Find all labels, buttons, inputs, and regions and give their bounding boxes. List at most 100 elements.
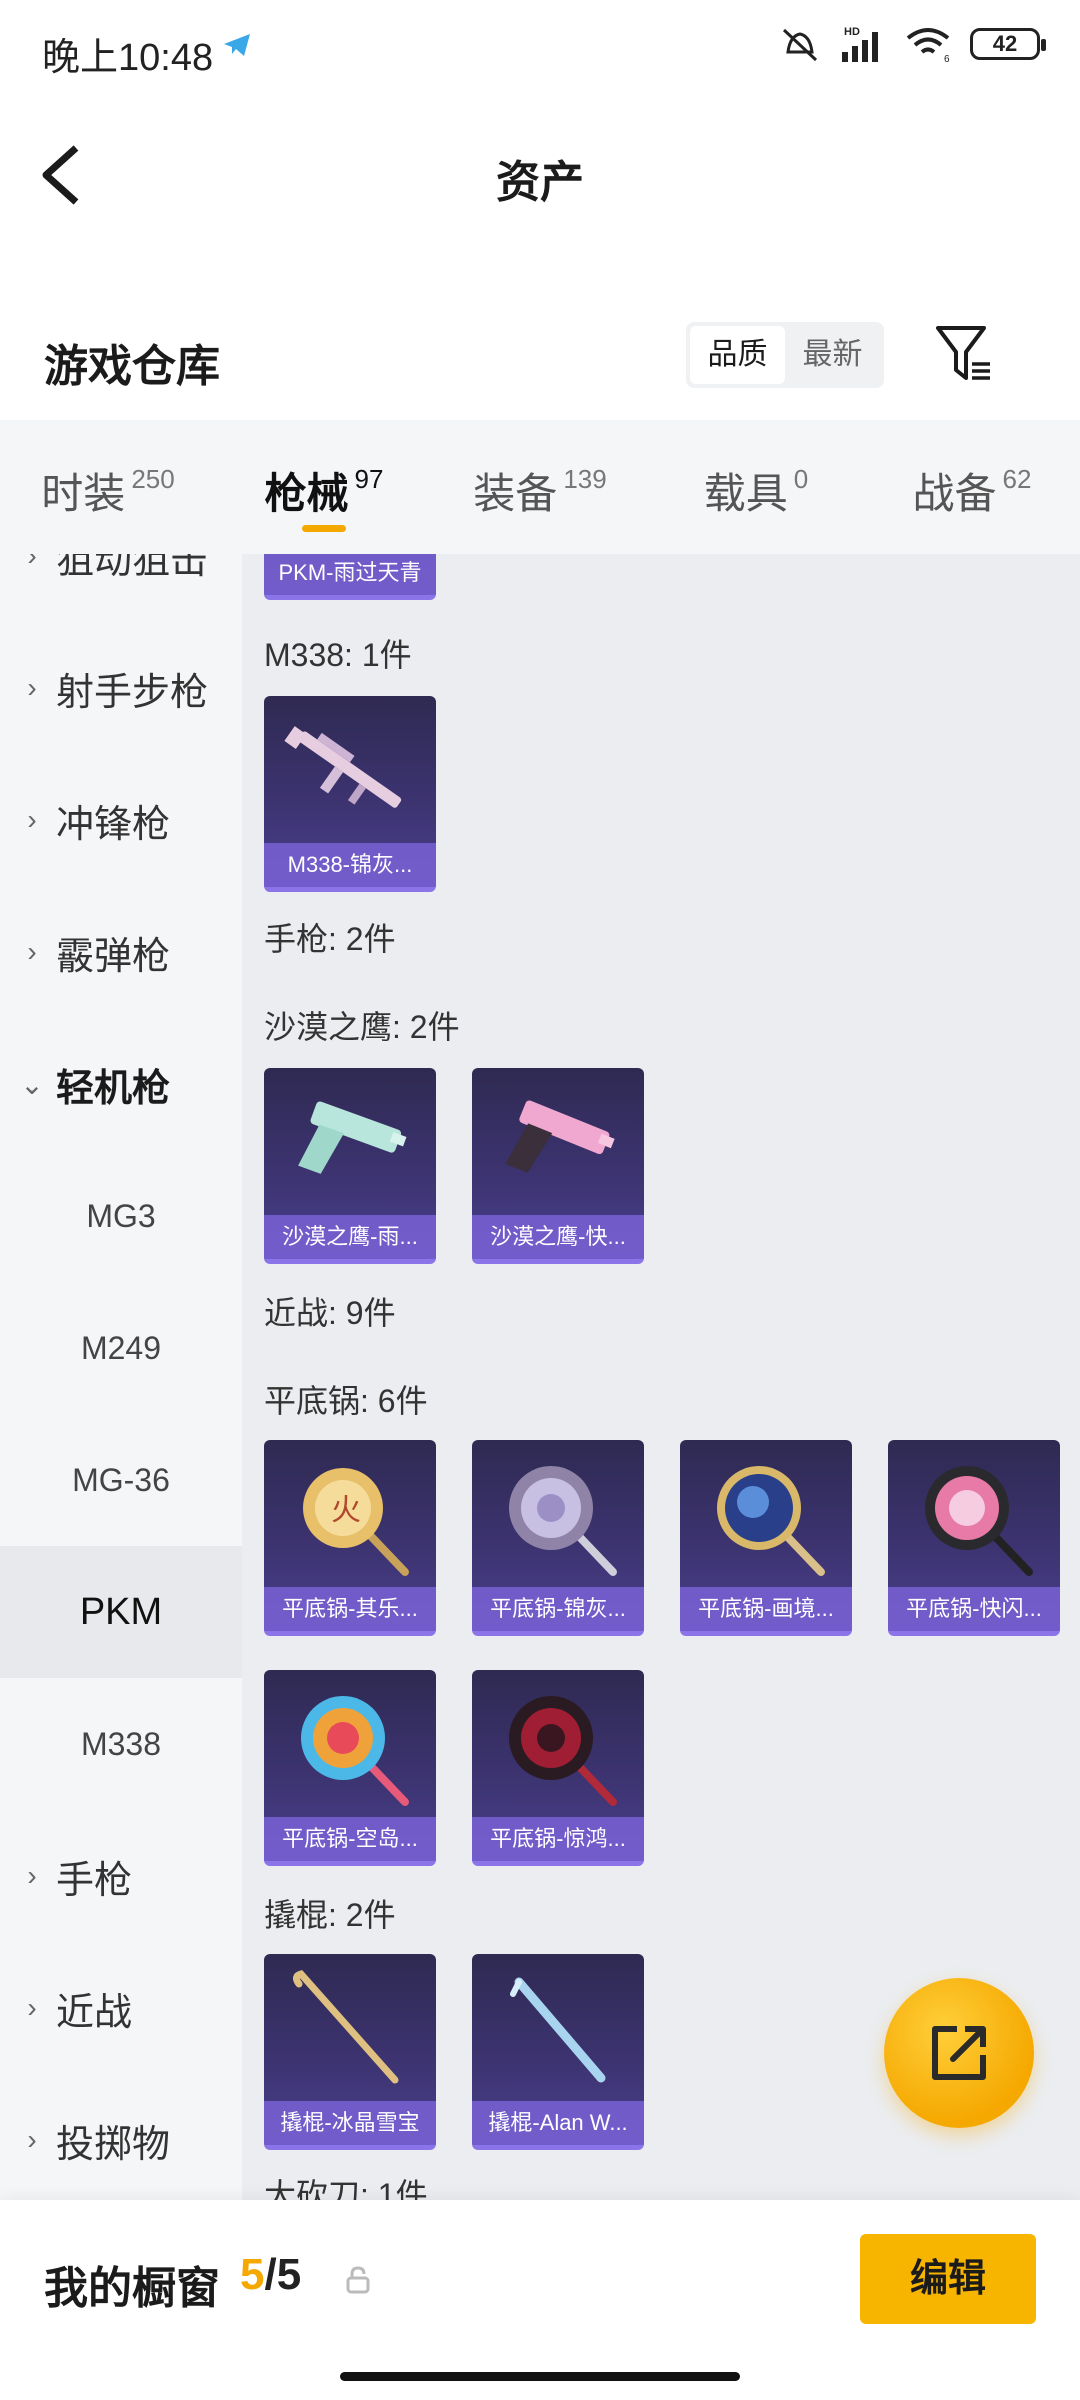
svg-text:HD: HD bbox=[844, 26, 860, 38]
sidebar-item-melee[interactable]: › 近战 bbox=[0, 1942, 242, 2074]
tab-supplies[interactable]: 战备 62 bbox=[864, 420, 1080, 554]
item-card[interactable]: 沙漠之鹰-雨... bbox=[264, 1068, 436, 1264]
sidebar-item-label: 投掷物 bbox=[56, 2123, 171, 2166]
item-card[interactable]: 撬棍-冰晶雪宝 bbox=[264, 1954, 436, 2150]
sidebar-item-label: M338 bbox=[80, 1725, 162, 1762]
sidebar-item-lmg[interactable]: ⌄ 轻机枪 bbox=[0, 1018, 242, 1150]
item-card-pkm[interactable]: PKM-雨过天青 bbox=[264, 554, 436, 600]
section-title-deagle: 沙漠之鹰: 2件 bbox=[264, 1009, 460, 1045]
tab-count: 97 bbox=[354, 464, 384, 494]
sidebar-item-pkm[interactable]: PKM bbox=[0, 1546, 242, 1678]
sort-toggle: 品质 最新 bbox=[686, 322, 884, 388]
warehouse-header: 游戏仓库 品质 最新 bbox=[0, 300, 1080, 420]
pistol-icon bbox=[264, 1068, 436, 1218]
sidebar-item-label: PKM bbox=[79, 1590, 163, 1633]
sidebar-item-label: MG-36 bbox=[72, 1461, 170, 1498]
sidebar-item-label: 霰弹枪 bbox=[56, 935, 171, 978]
app-header: 资产 bbox=[0, 100, 1080, 250]
pan-icon bbox=[680, 1440, 852, 1590]
signal-icon: HD bbox=[842, 26, 878, 62]
tab-count: 0 bbox=[793, 464, 809, 494]
sidebar-item-label: 狙动狙击 bbox=[56, 554, 209, 582]
crowbar-icon bbox=[264, 1954, 436, 2104]
item-grid: PKM-雨过天青 M338: 1件 M338-锦灰... 手枪: 2件 沙漠之鹰… bbox=[242, 554, 1080, 2200]
item-card-name: 平底锅-画境... bbox=[680, 1587, 852, 1631]
item-card-name: 平底锅-快闪... bbox=[888, 1587, 1060, 1631]
item-card[interactable]: 平底锅-画境... bbox=[680, 1440, 852, 1636]
item-card[interactable]: 平底锅-空岛... bbox=[264, 1670, 436, 1866]
status-bar: 晚上10:48 HD 6 42 bbox=[0, 0, 1080, 100]
sidebar-item-m338[interactable]: M338 bbox=[0, 1678, 242, 1810]
chevron-right-icon: › bbox=[27, 1860, 37, 1891]
sidebar-item-mg36[interactable]: MG-36 bbox=[0, 1414, 242, 1546]
pan-icon bbox=[472, 1440, 644, 1590]
tab-fashion[interactable]: 时装 250 bbox=[0, 420, 216, 554]
page-title: 资产 bbox=[496, 158, 584, 207]
item-card[interactable]: 撬棍-Alan W... bbox=[472, 1954, 644, 2150]
sidebar-item-smg[interactable]: › 冲锋枪 bbox=[0, 754, 242, 886]
tab-count: 139 bbox=[563, 464, 607, 494]
sort-newest-button[interactable]: 最新 bbox=[785, 326, 880, 384]
tab-label: 载具 bbox=[703, 470, 788, 517]
battery-indicator: 42 bbox=[970, 28, 1046, 60]
tab-label: 装备 bbox=[473, 470, 558, 517]
item-card-name: 沙漠之鹰-快... bbox=[472, 1215, 644, 1259]
item-card-name: 平底锅-其乐... bbox=[264, 1587, 436, 1631]
svg-text:6: 6 bbox=[944, 54, 950, 64]
item-card[interactable]: 沙漠之鹰-快... bbox=[472, 1068, 644, 1264]
sidebar-item-pistol[interactable]: › 手枪 bbox=[0, 1810, 242, 1942]
weapon-category-sidebar: › 狙动狙击 › 射手步枪 › 冲锋枪 › 霰弹枪 ⌄ 轻机枪 MG3 M249 MG-3… bbox=[0, 554, 242, 2200]
pan-icon bbox=[264, 1670, 436, 1820]
item-card-name: 平底锅-锦灰... bbox=[472, 1587, 644, 1631]
sidebar-item-label: MG3 bbox=[86, 1197, 156, 1234]
item-card-name: 平底锅-惊鸿... bbox=[472, 1817, 644, 1861]
chevron-right-icon: › bbox=[27, 672, 37, 703]
sidebar-item-mg3[interactable]: MG3 bbox=[0, 1150, 242, 1282]
showcase-bar: 我的橱窗 5/5 编辑 bbox=[0, 2200, 1080, 2400]
warehouse-title: 游戏仓库 bbox=[44, 342, 220, 391]
sidebar-item-m249[interactable]: M249 bbox=[0, 1282, 242, 1414]
item-card[interactable]: 平底锅-快闪... bbox=[888, 1440, 1060, 1636]
item-card-name: 平底锅-空岛... bbox=[264, 1817, 436, 1861]
sidebar-item-label: 冲锋枪 bbox=[56, 803, 171, 846]
section-title-crowbar: 撬棍: 2件 bbox=[264, 1897, 396, 1933]
svg-text:火: 火 bbox=[331, 1493, 361, 1528]
rifle-icon bbox=[264, 696, 436, 846]
section-title-pan: 平底锅: 6件 bbox=[264, 1383, 428, 1419]
tab-count: 62 bbox=[1002, 464, 1032, 494]
sidebar-item-sniper[interactable]: › 狙动狙击 bbox=[0, 554, 242, 622]
pistol-icon bbox=[472, 1068, 644, 1218]
item-card[interactable]: M338-锦灰... bbox=[264, 696, 436, 892]
sidebar-item-label: 轻机枪 bbox=[56, 1067, 171, 1110]
tab-count: 250 bbox=[131, 464, 175, 494]
pan-icon bbox=[888, 1440, 1060, 1590]
tab-firearms[interactable]: 枪械 97 bbox=[216, 420, 432, 554]
status-icons: HD 6 42 bbox=[778, 24, 1046, 64]
sidebar-item-label: 手枪 bbox=[56, 1859, 133, 1902]
sidebar-item-throwable[interactable]: › 投掷物 bbox=[0, 2074, 242, 2200]
section-title-machete: 大砍刀: 1件 bbox=[264, 2177, 428, 2200]
chevron-down-icon: ⌄ bbox=[20, 1068, 44, 1100]
tab-equipment[interactable]: 装备 139 bbox=[432, 420, 648, 554]
sidebar-item-shotgun[interactable]: › 霰弹枪 bbox=[0, 886, 242, 1018]
chevron-right-icon: › bbox=[27, 804, 37, 835]
item-card[interactable]: 平底锅-锦灰... bbox=[472, 1440, 644, 1636]
share-button[interactable] bbox=[884, 1978, 1034, 2128]
item-card-name: 沙漠之鹰-雨... bbox=[264, 1215, 436, 1259]
mute-icon bbox=[782, 28, 818, 62]
filter-icon[interactable] bbox=[934, 320, 994, 386]
edit-button[interactable]: 编辑 bbox=[860, 2234, 1036, 2324]
tab-label: 枪械 bbox=[264, 470, 349, 517]
item-card[interactable]: 火 平底锅-其乐... bbox=[264, 1440, 436, 1636]
tab-label: 时装 bbox=[41, 470, 126, 517]
showcase-current: 5 bbox=[240, 2250, 265, 2299]
lock-icon bbox=[346, 2266, 370, 2294]
showcase-separator: / bbox=[264, 2250, 277, 2299]
pan-icon: 火 bbox=[264, 1440, 436, 1590]
item-card[interactable]: 平底锅-惊鸿... bbox=[472, 1670, 644, 1866]
tab-vehicles[interactable]: 载具 0 bbox=[648, 420, 864, 554]
sort-quality-button[interactable]: 品质 bbox=[690, 326, 785, 384]
section-title-melee: 近战: 9件 bbox=[264, 1295, 396, 1331]
sidebar-item-marksman-rifle[interactable]: › 射手步枪 bbox=[0, 622, 242, 754]
sidebar-item-label: 近战 bbox=[56, 1991, 133, 2034]
